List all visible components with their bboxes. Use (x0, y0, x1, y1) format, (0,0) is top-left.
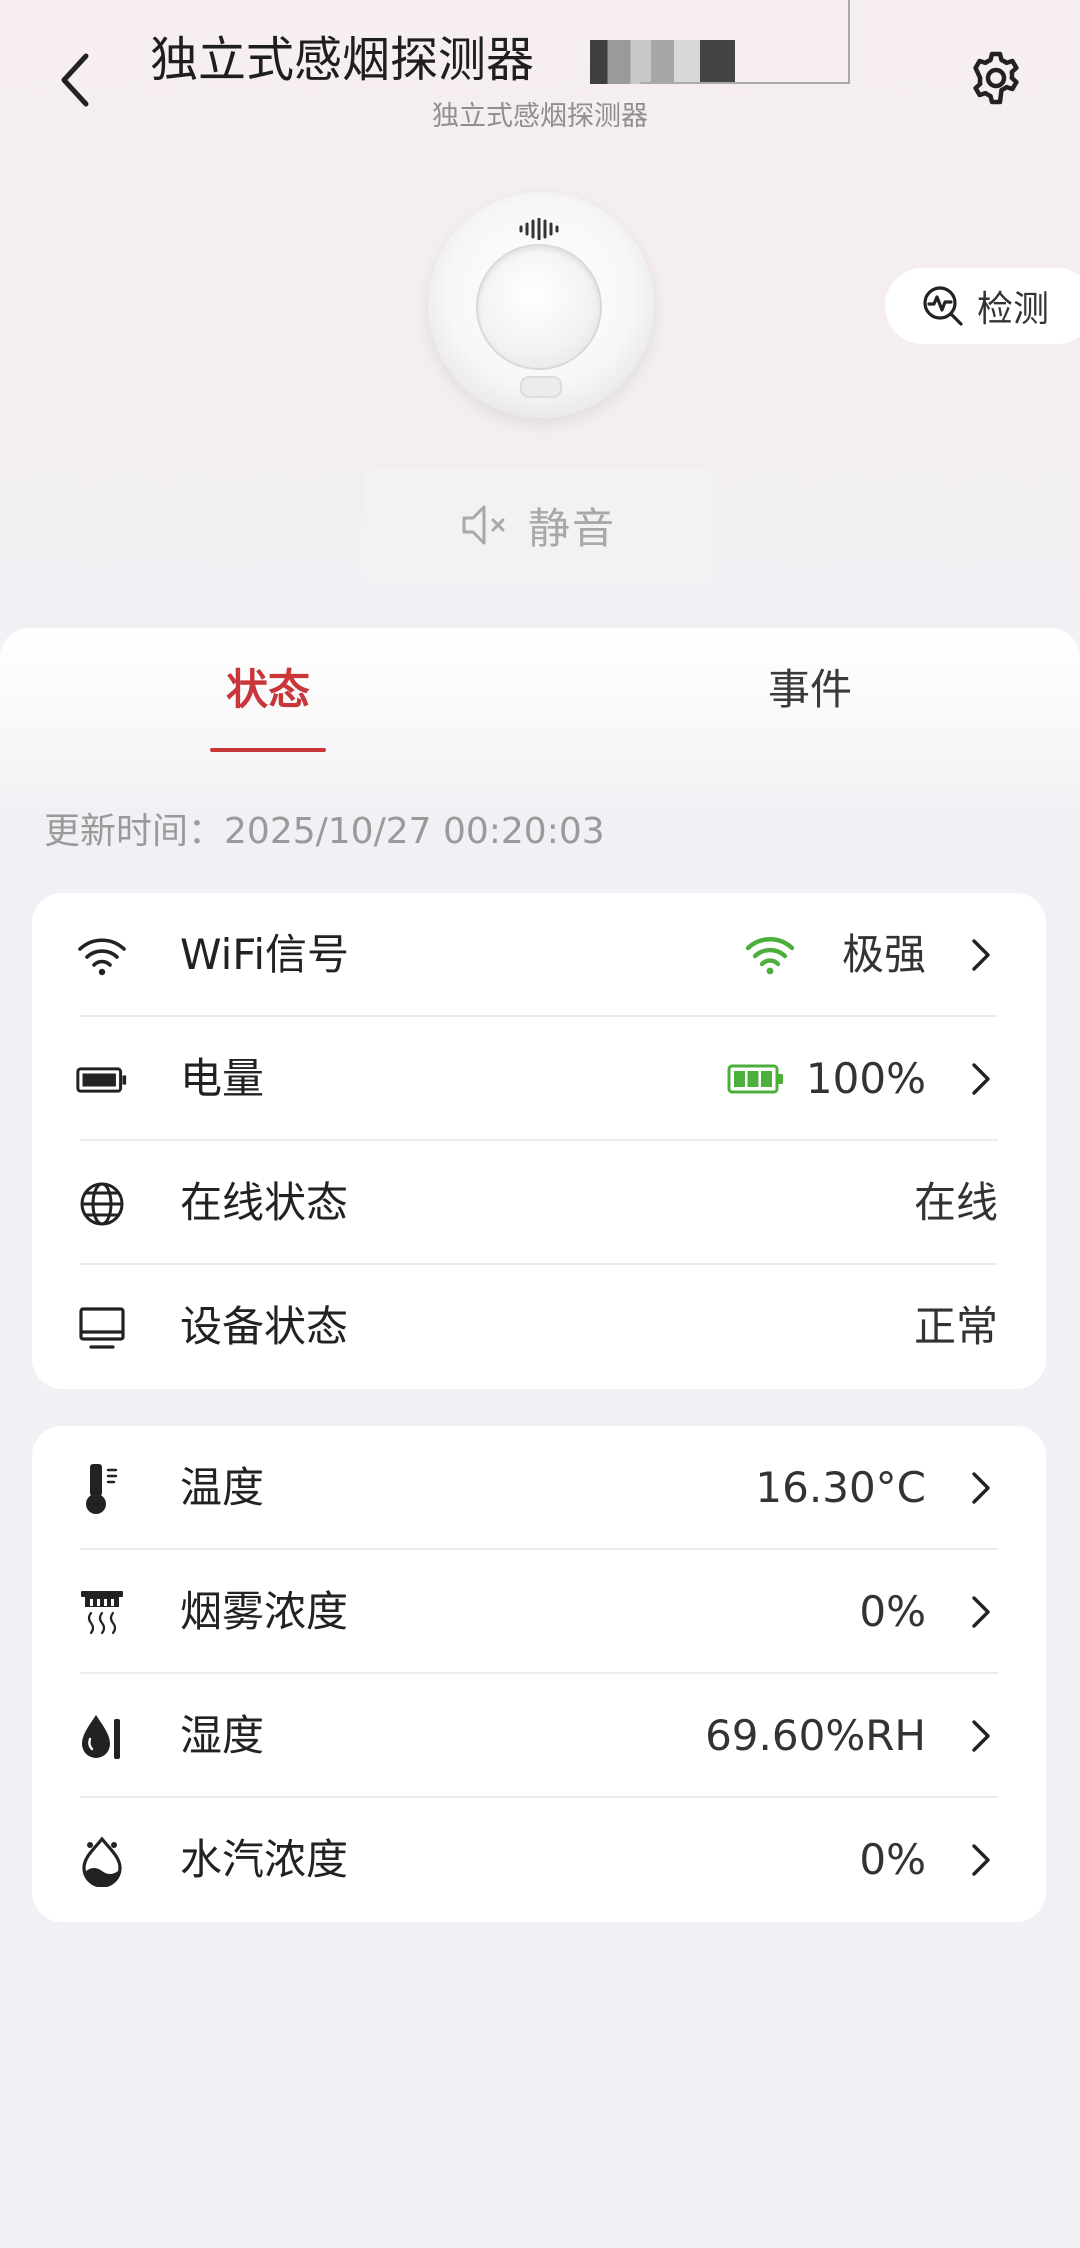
humidity-row[interactable]: 湿度 69.60%RH (32, 1674, 1046, 1798)
sensor-card: 温度 16.30°C 烟雾浓度 0% 湿度 69.60%RH 水汽浓度 0% (32, 1426, 1046, 1922)
speaker-grille-icon (519, 218, 559, 240)
online-status-label: 在线状态 (180, 1178, 349, 1227)
detect-label: 检测 (977, 289, 1050, 330)
redacted-area (590, 40, 735, 84)
wifi-signal-row[interactable]: WiFi信号 极强 (32, 893, 1046, 1017)
detect-button[interactable]: 检测 (885, 268, 1080, 344)
online-status-value: 在线 (913, 1178, 998, 1227)
active-tab-indicator (210, 748, 326, 752)
smoke-detector-button (478, 246, 600, 368)
device-status-label: 设备状态 (180, 1302, 349, 1351)
monitor-icon (76, 1302, 128, 1354)
smoke-concentration-row[interactable]: 烟雾浓度 0% (32, 1550, 1046, 1674)
temperature-row[interactable]: 温度 16.30°C (32, 1426, 1046, 1550)
battery-value: 100% (805, 1054, 926, 1103)
update-time-value: 2025/10/27 00:20:03 (224, 811, 605, 852)
temperature-value: 16.30°C (755, 1463, 926, 1512)
chevron-right-icon (972, 1844, 990, 1876)
redaction-frame (848, 0, 850, 84)
battery-icon (76, 1054, 128, 1106)
smoke-concentration-value: 0% (859, 1587, 926, 1636)
chevron-right-icon (972, 1063, 990, 1095)
wifi-signal-label: WiFi信号 (180, 930, 350, 979)
indicator-light (520, 376, 562, 398)
page-subtitle: 独立式感烟探测器 (432, 101, 648, 132)
gear-icon (973, 51, 1019, 105)
update-time-label: 更新时间： (44, 811, 225, 852)
detect-icon (923, 286, 963, 326)
update-time-row: 更新时间：2025/10/27 00:20:03 (44, 802, 605, 854)
chevron-right-icon (972, 1720, 990, 1752)
mute-label: 静音 (527, 503, 616, 553)
status-card: WiFi信号 极强 电量 100% 在线状态 在线 设备状态 正常 (32, 893, 1046, 1389)
water-vapor-row[interactable]: 水汽浓度 0% (32, 1798, 1046, 1922)
device-status-row: 设备状态 正常 (32, 1265, 1046, 1389)
wifi-icon (76, 930, 128, 982)
humidity-value: 69.60%RH (705, 1711, 926, 1760)
water-vapor-label: 水汽浓度 (180, 1835, 349, 1884)
battery-full-icon (727, 1057, 785, 1101)
chevron-right-icon (972, 1472, 990, 1504)
online-status-row: 在线状态 在线 (32, 1141, 1046, 1265)
chevron-right-icon (972, 1596, 990, 1628)
redaction-frame (640, 82, 850, 84)
tab-status[interactable]: 状态 (168, 656, 368, 726)
battery-label: 电量 (180, 1054, 265, 1103)
chevron-right-icon (972, 939, 990, 971)
water-vapor-icon (76, 1835, 128, 1887)
tab-events[interactable]: 事件 (710, 656, 910, 726)
water-vapor-value: 0% (859, 1835, 926, 1884)
temperature-label: 温度 (180, 1463, 265, 1512)
speaker-muted-icon (462, 505, 505, 545)
globe-icon (76, 1178, 128, 1230)
thermometer-icon (76, 1463, 128, 1515)
battery-row[interactable]: 电量 100% (32, 1017, 1046, 1141)
humidity-icon (76, 1711, 128, 1763)
wifi-signal-value: 极强 (841, 930, 926, 979)
wifi-strong-icon (744, 933, 796, 977)
smoke-concentration-label: 烟雾浓度 (180, 1587, 349, 1636)
settings-button[interactable] (960, 42, 1032, 114)
smoke-icon (76, 1587, 128, 1639)
mute-button[interactable]: 静音 (364, 468, 712, 582)
humidity-label: 湿度 (180, 1711, 265, 1760)
device-status-value: 正常 (913, 1302, 998, 1351)
